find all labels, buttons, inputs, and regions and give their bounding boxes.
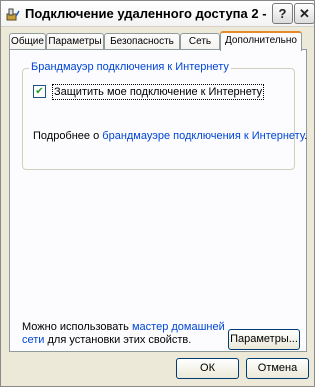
- properties-dialog: Подключение удаленного доступа 2 - сво..…: [0, 0, 315, 387]
- window-title: Подключение удаленного доступа 2 - сво..…: [25, 6, 270, 21]
- tab-strip: Общие Параметры Безопасность Сеть Дополн…: [9, 31, 309, 51]
- cancel-button[interactable]: Отмена: [246, 358, 309, 379]
- title-bar[interactable]: Подключение удаленного доступа 2 - сво..…: [1, 1, 315, 27]
- firewall-group-title: Брандмауэр подключения к Интернету: [29, 61, 231, 73]
- protect-connection-label[interactable]: Защитить мое подключение к Интернету: [52, 84, 265, 100]
- more-info-suffix: .: [304, 130, 308, 142]
- dialup-connection-icon: [5, 6, 21, 22]
- firewall-more-info: Подробнее о брандмауэре подключения к Ин…: [33, 130, 307, 142]
- more-info-prefix: Подробнее о: [33, 130, 103, 142]
- home-network-hint: Можно использовать мастер домашней сети …: [22, 321, 232, 347]
- tab-parameters[interactable]: Параметры: [46, 33, 104, 50]
- hint-prefix: Можно использовать: [22, 321, 132, 333]
- tab-general[interactable]: Общие: [9, 33, 46, 50]
- settings-button[interactable]: Параметры...: [228, 329, 300, 350]
- help-button[interactable]: ?: [272, 3, 293, 24]
- help-icon: ?: [278, 6, 287, 21]
- firewall-info-link[interactable]: брандмауэре подключения к Интернету: [102, 130, 304, 142]
- hint-suffix: для установки этих свойств.: [44, 334, 192, 346]
- ok-button[interactable]: ОК: [176, 358, 239, 379]
- tab-security[interactable]: Безопасность: [104, 33, 180, 50]
- firewall-group: Брандмауэр подключения к Интернету ✔ Защ…: [22, 61, 307, 170]
- checkmark-icon: ✔: [35, 86, 44, 97]
- tab-advanced[interactable]: Дополнительно: [220, 31, 302, 51]
- close-icon: ✕: [299, 5, 310, 21]
- tab-network[interactable]: Сеть: [180, 33, 220, 50]
- protect-connection-checkbox[interactable]: ✔: [33, 85, 46, 98]
- close-button[interactable]: ✕: [294, 3, 315, 24]
- tab-panel-advanced: Брандмауэр подключения к Интернету ✔ Защ…: [9, 49, 307, 352]
